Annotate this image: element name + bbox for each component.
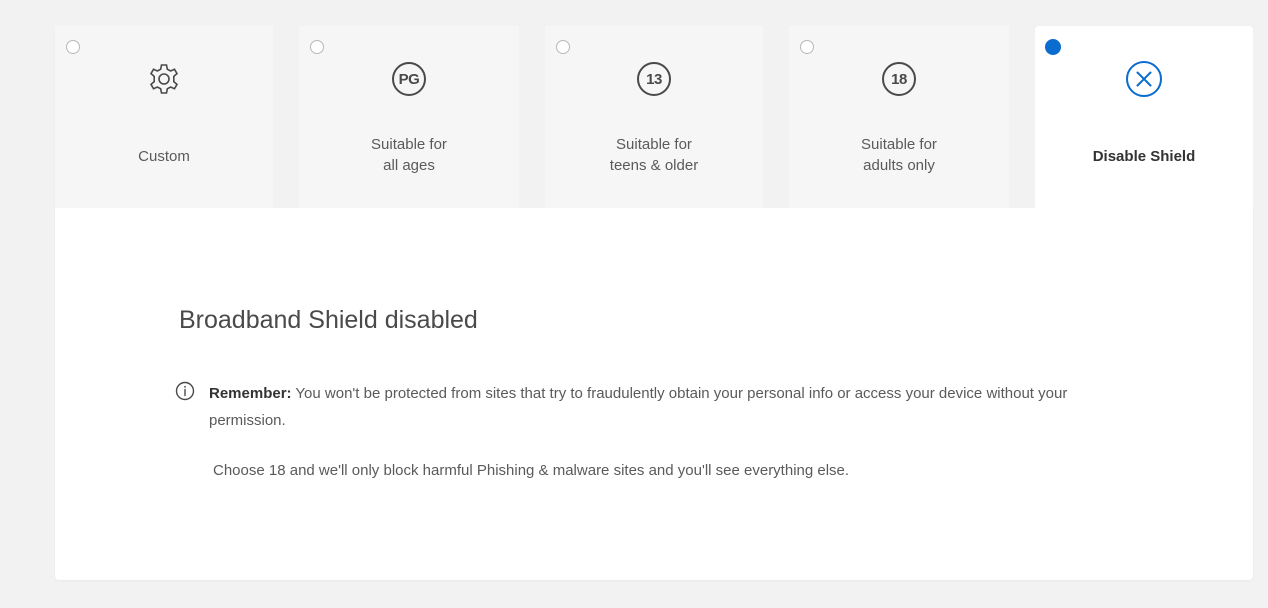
radio-pg[interactable]: [310, 40, 324, 54]
18-rating-icon: 18: [879, 59, 919, 99]
info-icon: [175, 381, 195, 401]
18-badge-text: 18: [882, 62, 916, 96]
tab-custom[interactable]: Custom: [55, 26, 273, 208]
close-circle-icon: [1124, 59, 1164, 99]
tab-label-disable-shield: Disable Shield: [1092, 148, 1196, 165]
tab-disable-shield[interactable]: Disable Shield: [1035, 26, 1253, 208]
radio-13[interactable]: [556, 40, 570, 54]
remember-note: Remember: You won't be protected from si…: [175, 380, 1139, 434]
radio-custom[interactable]: [66, 40, 80, 54]
tab-label-custom: Custom: [138, 148, 190, 165]
tab-pg[interactable]: PG Suitable for all ages: [299, 26, 519, 208]
tab-13[interactable]: 13 Suitable for teens & older: [545, 26, 763, 208]
gear-icon: [144, 59, 184, 99]
13-badge-text: 13: [637, 62, 671, 96]
tab-label-13: Suitable for teens & older: [609, 136, 699, 174]
tab-label-18: Suitable for adults only: [861, 136, 937, 174]
radio-18[interactable]: [800, 40, 814, 54]
pg-badge-text: PG: [392, 62, 426, 96]
tip-text: Choose 18 and we'll only block harmful P…: [213, 462, 850, 479]
shield-level-tabs: Custom PG Suitable for all ages 13 Suita…: [55, 26, 1255, 208]
tab-18[interactable]: 18 Suitable for adults only: [789, 26, 1009, 208]
remember-text: Remember: You won't be protected from si…: [209, 380, 1139, 434]
radio-disable-shield[interactable]: [1045, 39, 1061, 55]
remember-body: You won't be protected from sites that t…: [209, 385, 1068, 429]
pg-rating-icon: PG: [389, 59, 429, 99]
remember-label: Remember:: [209, 385, 292, 402]
13-rating-icon: 13: [634, 59, 674, 99]
tab-label-pg: Suitable for all ages: [371, 136, 447, 174]
page-title: Broadband Shield disabled: [179, 306, 478, 334]
